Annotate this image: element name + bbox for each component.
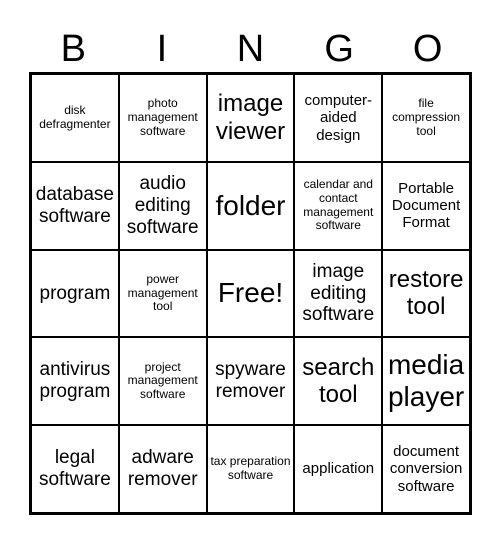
bingo-cell-text: audio editing software [126, 172, 199, 238]
bingo-cell[interactable]: database software [31, 161, 119, 250]
header-letter-o: O [412, 28, 443, 70]
bingo-cell-text: calendar and contact management software [303, 177, 374, 233]
bingo-cell-text: spyware remover [215, 359, 286, 403]
bingo-cell-text: image viewer [215, 90, 286, 145]
bingo-cell[interactable]: search tool [294, 337, 383, 426]
bingo-cell-text: antivirus program [39, 359, 111, 403]
bingo-cell-text: power management tool [127, 271, 198, 314]
bingo-cell[interactable]: document conversion software [382, 425, 470, 513]
bingo-cell-text: adware remover [127, 447, 198, 491]
bingo-cell-text: disk defragmenter [39, 103, 111, 131]
header-letter-i: I [156, 28, 168, 70]
bingo-cell[interactable]: spyware remover [206, 337, 295, 426]
bingo-cell[interactable]: power management tool [118, 249, 207, 338]
bingo-cell-text: search tool [302, 353, 375, 409]
bingo-cell[interactable]: audio editing software [118, 161, 207, 250]
bingo-header: B I N G O [29, 26, 472, 72]
bingo-cell[interactable]: antivirus program [31, 337, 119, 426]
bingo-cell-text: Free! [217, 277, 284, 309]
bingo-cell[interactable]: image editing software [294, 249, 383, 338]
bingo-cell[interactable]: application [294, 425, 383, 513]
bingo-cell-text: image editing software [302, 260, 375, 326]
bingo-cell-text: Portable Document Format [391, 179, 461, 232]
bingo-cell-text: media player [387, 349, 465, 413]
bingo-cell-text: document conversion software [389, 443, 463, 495]
bingo-cell[interactable]: photo management software [118, 74, 207, 162]
bingo-card-grid: disk defragmenter photo management softwa… [29, 72, 472, 515]
bingo-cell-text: folder [215, 189, 286, 221]
bingo-cell[interactable]: project management software [118, 337, 207, 426]
bingo-cell-text: photo management software [127, 96, 198, 138]
bingo-cell[interactable]: Portable Document Format [382, 161, 470, 250]
bingo-cell[interactable]: program [31, 249, 119, 338]
bingo-cell[interactable]: tax preparation software [206, 425, 295, 513]
bingo-cell-text: application [302, 460, 375, 478]
bingo-cell[interactable]: disk defragmenter [31, 74, 119, 162]
bingo-cell[interactable]: folder [206, 161, 295, 250]
bingo-cell[interactable]: calendar and contact management software [294, 161, 383, 250]
header-letter-g: G [324, 28, 354, 70]
bingo-cell-text: file compression tool [392, 96, 461, 138]
header-letter-b: B [60, 28, 86, 70]
bingo-cell[interactable]: adware remover [118, 425, 207, 513]
bingo-cell-text: program [39, 282, 111, 304]
bingo-cell[interactable]: media player [382, 337, 470, 426]
bingo-cell[interactable]: legal software [31, 425, 119, 513]
bingo-cell-text: legal software [38, 447, 111, 491]
bingo-cell-text: tax preparation software [210, 454, 291, 483]
bingo-cell-text: project management software [127, 359, 198, 402]
bingo-cell[interactable]: restore tool [382, 249, 470, 338]
header-letter-n: N [236, 28, 265, 70]
bingo-cell-text: database software [35, 183, 114, 227]
bingo-cell[interactable]: computer-aided design [294, 74, 383, 162]
bingo-free-space[interactable]: Free! [206, 249, 295, 338]
bingo-cell[interactable]: file compression tool [382, 74, 470, 162]
bingo-cell-text: restore tool [388, 265, 464, 321]
bingo-cell-text: computer-aided design [304, 92, 373, 144]
bingo-cell[interactable]: image viewer [206, 74, 295, 162]
